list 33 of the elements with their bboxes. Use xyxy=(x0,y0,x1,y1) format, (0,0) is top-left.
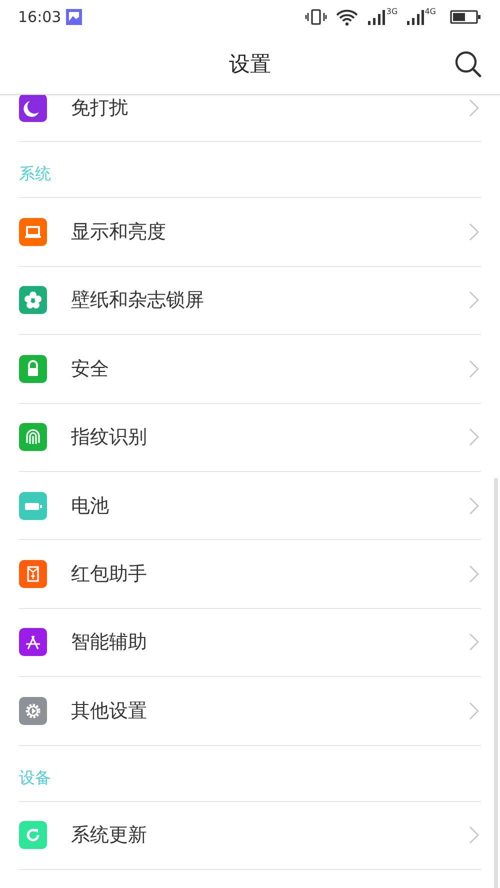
chevron-icon xyxy=(469,565,479,584)
setting-label[interactable]: 壁纸和杂志锁屏 xyxy=(71,287,469,314)
setting-label[interactable]: 显示和亮度 xyxy=(71,219,469,246)
setting-label[interactable]: 红包助手 xyxy=(71,561,469,588)
setting-label[interactable]: 安全 xyxy=(71,356,469,382)
section-header: 系统 xyxy=(19,164,51,186)
chevron-icon xyxy=(469,826,479,844)
chevron-icon xyxy=(469,98,479,117)
vibrate-icon xyxy=(305,8,328,26)
wifi-icon xyxy=(335,8,360,26)
search-icon[interactable] xyxy=(454,50,482,78)
setting-label[interactable]: 其他设置 xyxy=(71,698,469,724)
chevron-icon xyxy=(469,496,479,515)
setting-label[interactable]: 免打扰 xyxy=(71,95,469,121)
chevron-icon xyxy=(469,360,479,378)
section-header: 设备 xyxy=(19,768,51,789)
battery-icon xyxy=(450,8,482,24)
setting-label[interactable]: 智能辅助 xyxy=(71,629,469,656)
clock-time: 16:03 xyxy=(18,8,62,26)
setting-label[interactable]: 指纹识别 xyxy=(71,424,469,450)
network-type: 3G xyxy=(386,7,398,16)
chevron-icon xyxy=(469,702,479,720)
setting-label[interactable]: 系统更新 xyxy=(71,822,469,848)
chevron-icon xyxy=(469,223,479,242)
setting-label[interactable]: 电池 xyxy=(71,492,469,519)
signal-icon xyxy=(367,8,386,26)
chevron-icon xyxy=(469,291,479,310)
image-icon xyxy=(65,8,84,26)
network-type: 4G xyxy=(424,7,436,16)
chevron-icon xyxy=(469,428,479,446)
chevron-icon xyxy=(469,633,479,652)
page-title: 设置 xyxy=(229,50,271,78)
signal-icon xyxy=(406,8,424,26)
